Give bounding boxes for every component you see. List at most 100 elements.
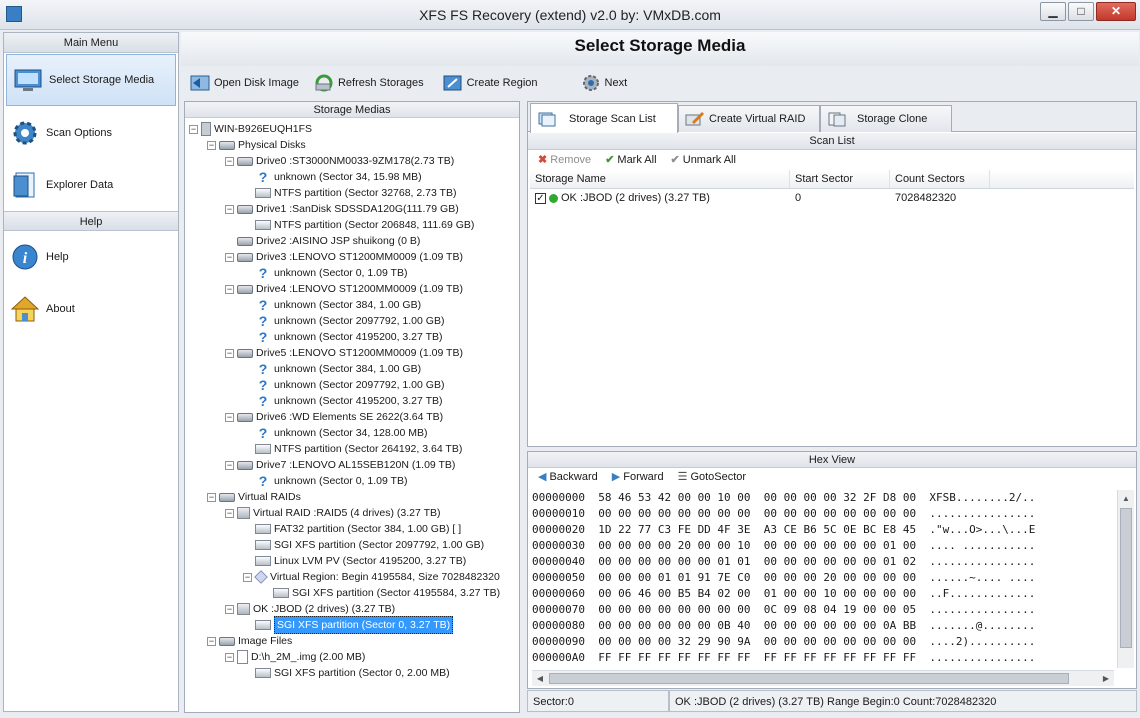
collapse-toggle[interactable]: − (207, 636, 216, 646)
cell-storage-name: ✓ OK :JBOD (2 drives) (3.27 TB) (530, 189, 790, 208)
scan-list-table: Storage Name Start Sector Count Sectors … (530, 170, 1134, 208)
create-region-button[interactable]: Create Region (438, 71, 542, 95)
backward-button[interactable]: ◀ Backward (538, 470, 598, 484)
sidebar-item-about[interactable]: About (4, 283, 178, 335)
tab-storage-clone[interactable]: Storage Clone (820, 105, 952, 132)
tree-node[interactable]: ? unknown (Sector 384, 1.00 GB) (243, 361, 421, 377)
collapse-toggle[interactable]: − (225, 204, 234, 214)
tree-node[interactable]: Linux LVM PV (Sector 4195200, 3.27 TB) (243, 553, 466, 569)
scroll-thumb[interactable] (549, 673, 1069, 684)
collapse-toggle[interactable]: − (225, 508, 234, 518)
disk-icon (237, 284, 253, 294)
collapse-toggle[interactable]: − (189, 124, 198, 134)
collapse-toggle[interactable]: − (207, 140, 216, 150)
tree-node[interactable]: − Drive4 :LENOVO ST1200MM0009 (1.09 TB) (225, 281, 463, 297)
tree-node[interactable]: FAT32 partition (Sector 384, 1.00 GB) [ … (243, 521, 461, 537)
tree-node[interactable]: ? unknown (Sector 4195200, 3.27 TB) (243, 393, 443, 409)
remove-button[interactable]: ✖ Remove (538, 153, 591, 167)
collapse-toggle[interactable]: − (207, 492, 216, 502)
tab-create-virtual-raid[interactable]: Create Virtual RAID (678, 105, 820, 132)
tree-node[interactable]: Drive2 :AISINO JSP shuikong (0 B) (225, 233, 420, 249)
tree-node[interactable]: ? unknown (Sector 0, 1.09 TB) (243, 265, 408, 281)
tree-node[interactable]: − Drive0 :ST3000NM0033-9ZM178(2.73 TB) (225, 153, 454, 169)
collapse-toggle[interactable]: − (225, 460, 234, 470)
tree-node[interactable]: SGI XFS partition (Sector 2097792, 1.00 … (243, 537, 484, 553)
tree-node-label: WIN-B926EUQH1FS (214, 123, 313, 135)
collapse-toggle[interactable]: − (225, 252, 234, 262)
collapse-toggle[interactable]: − (225, 604, 234, 614)
collapse-toggle[interactable]: − (225, 156, 234, 166)
hex-dump[interactable]: 00000000 58 46 53 42 00 00 10 00 00 00 0… (532, 490, 1114, 668)
tree-node[interactable]: SGI XFS partition (Sector 0, 3.27 TB) (243, 616, 454, 634)
tree-node[interactable]: − OK :JBOD (2 drives) (3.27 TB) (225, 601, 395, 617)
tree-node[interactable]: ? unknown (Sector 4195200, 3.27 TB) (243, 329, 443, 345)
tree-node[interactable]: − Drive5 :LENOVO ST1200MM0009 (1.09 TB) (225, 345, 463, 361)
tree-node[interactable]: ? unknown (Sector 34, 15.98 MB) (243, 169, 422, 185)
tree-node[interactable]: SGI XFS partition (Sector 4195584, 3.27 … (261, 585, 500, 601)
tree-node[interactable]: − Drive7 :LENOVO AL15SEB120N (1.09 TB) (225, 457, 455, 473)
sidebar: Main Menu Select Storage Media Scan Opti… (3, 32, 179, 712)
collapse-toggle[interactable]: − (225, 652, 234, 662)
tab-storage-scan-list[interactable]: Storage Scan List (530, 103, 678, 133)
table-row[interactable]: ✓ OK :JBOD (2 drives) (3.27 TB) 0 7028482… (530, 189, 1134, 208)
close-button[interactable]: ✕ (1096, 2, 1136, 21)
col-count-sectors[interactable]: Count Sectors (890, 170, 990, 188)
goto-sector-button[interactable]: ☰ GotoSector (678, 470, 747, 484)
minimize-button[interactable]: ▁ (1040, 2, 1066, 21)
tree-node[interactable]: − D:\h_2M_.img (2.00 MB) (225, 649, 365, 665)
tree-node[interactable]: ? unknown (Sector 34, 128.00 MB) (243, 425, 428, 441)
refresh-storages-button[interactable]: Refresh Storages (309, 71, 428, 95)
sidebar-item-explorer-data[interactable]: Explorer Data (4, 159, 178, 211)
tree-node[interactable]: − Image Files (207, 633, 292, 649)
maximize-button[interactable]: □ (1068, 2, 1094, 21)
tree-node[interactable]: NTFS partition (Sector 264192, 3.64 TB) (243, 441, 462, 457)
q-icon: ? (258, 424, 268, 441)
tree-node[interactable]: ? unknown (Sector 2097792, 1.00 GB) (243, 377, 445, 393)
document-icon (10, 170, 40, 200)
hex-horizontal-scrollbar[interactable]: ◀ ▶ (532, 670, 1114, 686)
tree-node[interactable]: − WIN-B926EUQH1FS (189, 121, 312, 137)
collapse-toggle[interactable]: − (225, 284, 234, 294)
scroll-right-icon[interactable]: ▶ (1098, 671, 1114, 687)
tree-node[interactable]: − Drive6 :WD Elements SE 2622(3.64 TB) (225, 409, 443, 425)
col-start-sector[interactable]: Start Sector (790, 170, 890, 188)
tree-node[interactable]: − Virtual Region: Begin 4195584, Size 702… (243, 569, 500, 585)
q-icon: ? (258, 296, 268, 313)
collapse-toggle[interactable]: − (243, 572, 252, 582)
mark-all-button[interactable]: ✔ Mark All (605, 153, 656, 167)
sidebar-item-scan-options[interactable]: Scan Options (4, 107, 178, 159)
row-checkbox[interactable]: ✓ (535, 192, 546, 204)
tree-node[interactable]: ? unknown (Sector 0, 1.09 TB) (243, 473, 408, 489)
unmark-all-button[interactable]: ✔ Unmark All (671, 153, 736, 167)
disk-icon (219, 636, 235, 646)
help-header: Help (4, 211, 178, 231)
monitor-icon (13, 65, 43, 95)
sidebar-item-select-storage-media[interactable]: Select Storage Media (6, 54, 176, 106)
scroll-left-icon[interactable]: ◀ (532, 671, 548, 687)
next-button[interactable]: Next (576, 71, 632, 95)
col-storage-name[interactable]: Storage Name (530, 170, 790, 188)
tree-node[interactable]: NTFS partition (Sector 32768, 2.73 TB) (243, 185, 456, 201)
tree-node[interactable]: − Virtual RAIDs (207, 489, 301, 505)
scan-list-actions: ✖ Remove ✔ Mark All ✔ Unmark All (538, 153, 736, 167)
tree-node[interactable]: SGI XFS partition (Sector 0, 2.00 MB) (243, 665, 450, 681)
sidebar-item-help[interactable]: i Help (4, 231, 178, 283)
collapse-toggle[interactable]: − (225, 412, 234, 422)
page-title: Select Storage Media (574, 36, 746, 55)
part-icon (255, 620, 271, 630)
tree-node[interactable]: ? unknown (Sector 384, 1.00 GB) (243, 297, 421, 313)
tree-node[interactable]: − Virtual RAID :RAID5 (4 drives) (3.27 TB… (225, 505, 441, 521)
tree-node[interactable]: − Physical Disks (207, 137, 306, 153)
tree-node[interactable]: − Drive3 :LENOVO ST1200MM0009 (1.09 TB) (225, 249, 463, 265)
tree-node[interactable]: ? unknown (Sector 2097792, 1.00 GB) (243, 313, 445, 329)
tree-node[interactable]: NTFS partition (Sector 206848, 111.69 GB… (243, 217, 474, 233)
scroll-up-icon[interactable]: ▲ (1118, 490, 1134, 507)
tree-node[interactable]: − Drive1 :SanDisk SDSSDA120G(111.79 GB) (225, 201, 459, 217)
scroll-thumb[interactable] (1120, 508, 1132, 648)
forward-button[interactable]: ▶ Forward (612, 470, 664, 484)
file-icon (237, 650, 248, 664)
hex-vertical-scrollbar[interactable]: ▲ (1117, 490, 1134, 668)
open-disk-image-button[interactable]: Open Disk Image (185, 71, 303, 95)
collapse-toggle[interactable]: − (225, 348, 234, 358)
part-icon (255, 188, 271, 198)
